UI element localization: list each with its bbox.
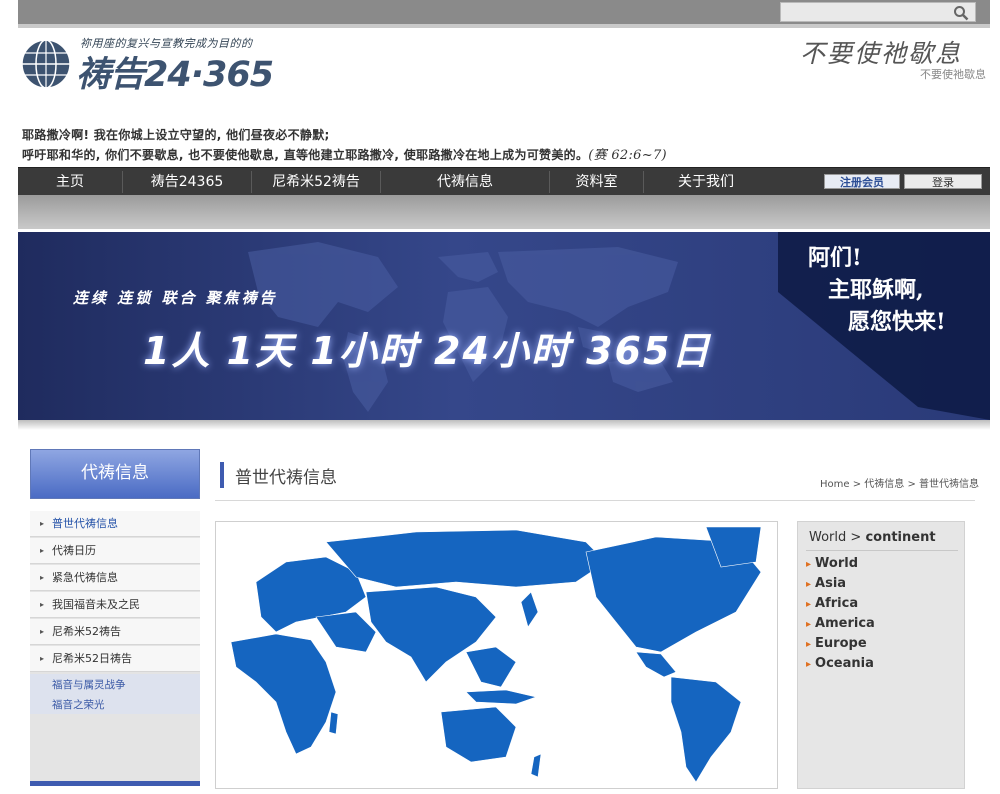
- map-region-russia: [325, 529, 607, 588]
- sidebar-bottom-bar: [30, 781, 200, 786]
- banner-amen-line-2: 主耶稣啊,: [828, 277, 924, 303]
- continent-label: America: [815, 616, 875, 631]
- banner-amen-line-1: 阿们!: [808, 245, 862, 271]
- bullet-icon: ▸: [40, 519, 45, 528]
- arrow-right-icon: ▸: [806, 619, 812, 630]
- arrow-right-icon: ▸: [806, 599, 812, 610]
- map-region-south-america: [670, 676, 742, 783]
- sidebar-item-label: 我国福音未及之民: [52, 598, 140, 611]
- arrow-right-icon: ▸: [806, 559, 812, 570]
- continent-panel-header: World > continent: [809, 530, 936, 545]
- map-region-madagascar: [328, 711, 339, 735]
- chevron-right-icon: >: [850, 530, 862, 545]
- continent-link-america[interactable]: ▸ America: [806, 616, 875, 631]
- bullet-icon: ▸: [40, 627, 45, 636]
- nav-item-resources[interactable]: 资料室: [550, 168, 643, 196]
- sidebar-item-label: 尼希米52祷告: [52, 625, 121, 638]
- continent-label: Africa: [815, 596, 859, 611]
- verse-line-1: 耶路撒冷啊! 我在你城上设立守望的, 他们昼夜必不静默;: [22, 128, 330, 142]
- bullet-icon: ▸: [40, 546, 45, 555]
- banner-slogan-big: 1人 1天 1小时 24小时 365日: [143, 329, 712, 373]
- sidebar-item-label: 尼希米52日祷告: [52, 652, 132, 665]
- title-divider: [215, 500, 975, 501]
- map-region-indonesia: [465, 689, 538, 705]
- search-input[interactable]: [780, 2, 976, 22]
- banner-slogan-small: 连续 连锁 联合 聚焦祷告: [73, 289, 278, 307]
- sidebar-item-label: 代祷日历: [52, 544, 96, 557]
- continent-link-asia[interactable]: ▸ Asia: [806, 576, 846, 591]
- continent-link-europe[interactable]: ▸ Europe: [806, 636, 867, 651]
- sidebar-title: 代祷信息: [30, 449, 200, 499]
- sidebar-item-world-intercession[interactable]: ▸ 普世代祷信息: [30, 511, 200, 537]
- sidebar-submenu: 福音与属灵战争 福音之荣光: [30, 674, 200, 714]
- globe-logo-icon[interactable]: [20, 38, 72, 90]
- continent-link-africa[interactable]: ▸ Africa: [806, 596, 858, 611]
- top-divider: [18, 24, 990, 28]
- header-slogan: 不要使祂歇息: [800, 39, 963, 68]
- bullet-icon: ▸: [40, 654, 45, 663]
- continent-label: Oceania: [815, 656, 874, 671]
- continent-panel-divider: [806, 550, 958, 551]
- continent-panel: World > continent ▸ World ▸ Asia ▸ Africa ▸…: [797, 521, 965, 789]
- sidebar-item-urgent-prayer[interactable]: ▸ 紧急代祷信息: [30, 565, 200, 591]
- bullet-icon: ▸: [40, 573, 45, 582]
- header-slogan-subtitle: 不要使祂歇息: [920, 68, 986, 81]
- sidebar-item-nehemiah-52[interactable]: ▸ 尼希米52祷告: [30, 619, 200, 645]
- nav-item-prayer[interactable]: 祷告24365: [123, 168, 251, 196]
- sidebar-menu: ▸ 普世代祷信息 ▸ 代祷日历 ▸ 紧急代祷信息 ▸ 我国福音未及之民 ▸ 尼希米52祷告…: [30, 511, 200, 783]
- map-region-southeast-asia: [465, 646, 517, 688]
- banner-shadow: [18, 420, 990, 430]
- verse-line-2: 呼吁耶和华的, 你们不要歇息, 也不要使他歇息, 直等他建立耶路撒冷, 使耶路撒…: [22, 144, 667, 163]
- nav-item-intercession[interactable]: 代祷信息: [381, 168, 549, 196]
- sidebar-item-unreached-peoples[interactable]: ▸ 我国福音未及之民: [30, 592, 200, 618]
- nav-item-about[interactable]: 关于我们: [644, 168, 768, 196]
- hero-banner: 连续 连锁 联合 聚焦祷告 1人 1天 1小时 24小时 365日 阿们! 主耶…: [18, 232, 990, 420]
- continent-label: Asia: [815, 576, 847, 591]
- map-region-central-america: [635, 651, 677, 678]
- page-title: 普世代祷信息: [235, 468, 337, 488]
- banner-amen-line-3: 愿您快来!: [848, 309, 946, 335]
- map-region-new-zealand: [530, 753, 542, 778]
- continent-label: Europe: [815, 636, 867, 651]
- register-button[interactable]: 注册会员: [824, 174, 900, 189]
- sidebar-item-nehemiah-52-days[interactable]: ▸ 尼希米52日祷告: [30, 646, 200, 672]
- map-region-africa: [230, 633, 337, 755]
- verse-reference: (赛 62:6~7): [588, 148, 667, 163]
- arrow-right-icon: ▸: [806, 639, 812, 650]
- arrow-right-icon: ▸: [806, 659, 812, 670]
- login-button[interactable]: 登录: [904, 174, 982, 189]
- sidebar-item-label: 紧急代祷信息: [52, 571, 118, 584]
- nav-shadow-band: [18, 195, 990, 229]
- verse-line-2-text: 呼吁耶和华的, 你们不要歇息, 也不要使他歇息, 直等他建立耶路撒冷, 使耶路撒…: [22, 148, 589, 162]
- breadcrumb[interactable]: Home > 代祷信息 > 普世代祷信息: [820, 475, 979, 490]
- continent-breadcrumb-world[interactable]: World: [809, 530, 846, 545]
- continent-link-world[interactable]: ▸ World: [806, 556, 858, 571]
- sidebar-item-label: 普世代祷信息: [52, 517, 118, 530]
- continent-breadcrumb-current: continent: [865, 530, 936, 545]
- nav-item-nehemiah[interactable]: 尼希米52祷告: [252, 168, 380, 196]
- world-map-image[interactable]: [216, 522, 777, 788]
- map-region-australia: [440, 706, 517, 763]
- nav-item-home[interactable]: 主页: [18, 168, 122, 196]
- map-region-japan: [520, 591, 539, 628]
- banner-amen-text: 阿们! 主耶稣啊, 愿您快来!: [798, 242, 990, 338]
- arrow-right-icon: ▸: [806, 579, 812, 590]
- search-icon[interactable]: [953, 5, 969, 21]
- sidebar-subitem-spiritual-warfare[interactable]: 福音与属灵战争: [52, 677, 126, 692]
- title-accent-bar: [220, 462, 224, 488]
- continent-label: World: [815, 556, 859, 571]
- site-logo[interactable]: 祷告24·365: [76, 46, 274, 97]
- sidebar-subitem-gospel-glory[interactable]: 福音之荣光: [52, 697, 105, 712]
- bullet-icon: ▸: [40, 600, 45, 609]
- map-region-middle-east: [315, 611, 377, 653]
- world-map[interactable]: [215, 521, 778, 789]
- main-nav: 主页 祷告24365 尼希米52祷告 代祷信息 资料室 关于我们 注册会员 登录: [18, 167, 990, 196]
- continent-link-oceania[interactable]: ▸ Oceania: [806, 656, 874, 671]
- sidebar-item-prayer-calendar[interactable]: ▸ 代祷日历: [30, 538, 200, 564]
